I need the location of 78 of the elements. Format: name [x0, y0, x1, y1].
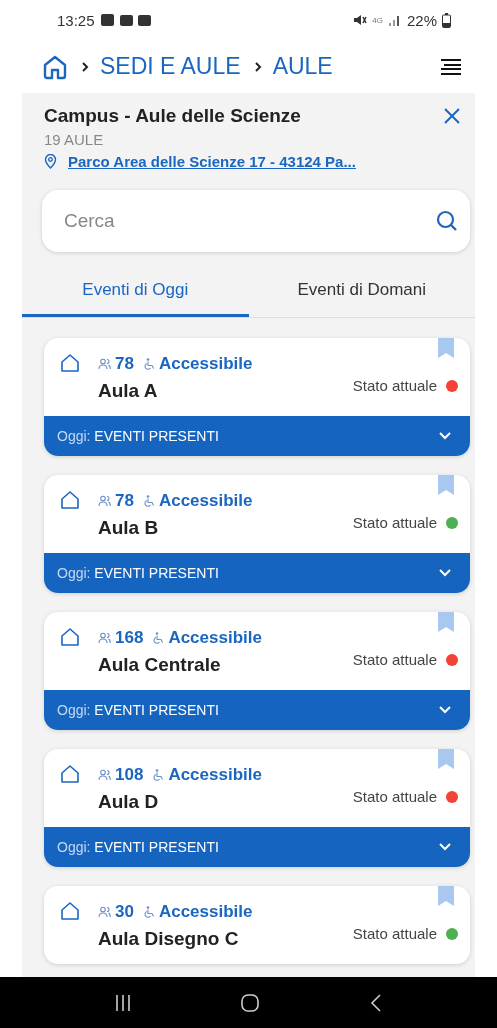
people-icon — [98, 906, 111, 918]
address-link[interactable]: Parco Area delle Scienze 17 - 43124 Pa... — [68, 153, 356, 170]
close-icon[interactable] — [443, 107, 461, 125]
home-button-icon[interactable] — [240, 992, 261, 1013]
events-bar[interactable]: Oggi: EVENTI PRESENTI — [44, 553, 470, 593]
room-name: Aula B — [98, 517, 160, 539]
people-icon — [98, 495, 111, 507]
chevron-down-icon[interactable] — [438, 705, 452, 715]
house-icon — [60, 353, 80, 373]
people-icon — [98, 358, 111, 370]
battery-level: 22% — [406, 11, 437, 29]
wheelchair-icon — [143, 906, 155, 918]
notification-icons — [99, 13, 154, 27]
room-card[interactable]: 30 Accessibile Aula Disegno C Stato attuale — [44, 886, 470, 964]
house-icon — [60, 901, 80, 921]
status-label: Stato attuale — [352, 514, 437, 531]
capacity-value: 168 — [115, 628, 144, 648]
room-card[interactable]: 168 Accessibile Aula Centrale Stato attuale Oggi: EVENTI PRESENTI — [44, 612, 470, 730]
capacity-value: 108 — [115, 765, 144, 785]
room-card[interactable]: 108 Accessibile Aula D Stato attuale Oggi: EVENTI PRESENTI — [44, 749, 470, 867]
room-name: Aula Disegno C — [98, 928, 240, 950]
room-name: Aula D — [98, 791, 160, 813]
wheelchair-icon — [153, 769, 165, 781]
room-count: 19 AULE — [44, 131, 105, 148]
status-label: Stato attuale — [352, 925, 437, 942]
search-icon[interactable] — [436, 210, 458, 232]
chevron-down-icon[interactable] — [438, 431, 452, 441]
status-label: Stato attuale — [352, 651, 437, 668]
chevron-right-icon — [252, 59, 263, 74]
wheelchair-icon — [143, 495, 155, 507]
breadcrumb-link[interactable]: AULE — [272, 53, 333, 80]
battery-icon — [442, 12, 451, 28]
events-summary: Oggi: EVENTI PRESENTI — [57, 428, 219, 444]
people-icon — [98, 769, 111, 781]
network-type: 4G — [372, 15, 383, 25]
location-pin-icon — [44, 154, 57, 169]
chevron-down-icon[interactable] — [438, 842, 452, 852]
status-time: 13:25 — [57, 11, 95, 29]
wheelchair-icon — [143, 358, 155, 370]
wheelchair-icon — [153, 632, 165, 644]
house-icon — [60, 764, 80, 784]
status-label: Stato attuale — [352, 788, 437, 805]
breadcrumb-link[interactable]: SEDI E AULE — [100, 53, 241, 80]
search-bar[interactable]: Cerca — [42, 190, 470, 252]
events-summary: Oggi: EVENTI PRESENTI — [57, 702, 219, 718]
recent-apps-icon[interactable] — [114, 993, 131, 1012]
capacity-value: 30 — [115, 902, 134, 922]
signal-icon — [387, 13, 402, 27]
menu-icon[interactable] — [439, 57, 463, 76]
tab[interactable]: Eventi di Domani — [248, 276, 475, 317]
house-icon — [60, 490, 80, 510]
people-icon — [98, 632, 111, 644]
room-card[interactable]: 78 Accessibile Aula B Stato attuale Oggi: EVENTI PRESENTI — [44, 475, 470, 593]
home-icon[interactable] — [42, 53, 68, 80]
capacity-value: 78 — [115, 491, 134, 511]
campus-title: Campus - Aule delle Scienze — [44, 105, 301, 127]
events-bar[interactable]: Oggi: EVENTI PRESENTI — [44, 690, 470, 730]
house-icon — [60, 627, 80, 647]
mute-icon — [353, 13, 368, 27]
accessibility-label: Accessibile — [168, 628, 262, 648]
events-summary: Oggi: EVENTI PRESENTI — [57, 565, 219, 581]
search-field[interactable]: Cerca — [62, 209, 436, 233]
events-summary: Oggi: EVENTI PRESENTI — [57, 839, 219, 855]
events-bar[interactable]: Oggi: EVENTI PRESENTI — [44, 827, 470, 867]
room-card[interactable]: 78 Accessibile Aula A Stato attuale Oggi: EVENTI PRESENTI — [44, 338, 470, 456]
accessibility-label: Accessibile — [158, 491, 253, 511]
accessibility-label: Accessibile — [158, 354, 253, 374]
chevron-right-icon — [80, 59, 90, 74]
status-label: Stato attuale — [352, 377, 437, 394]
accessibility-label: Accessibile — [158, 902, 253, 922]
back-icon[interactable] — [370, 992, 383, 1013]
room-name: Aula A — [98, 380, 159, 402]
capacity-value: 78 — [115, 354, 134, 374]
accessibility-label: Accessibile — [168, 765, 262, 785]
tab[interactable]: Eventi di Oggi — [22, 276, 249, 317]
room-name: Aula Centrale — [98, 654, 222, 676]
chevron-down-icon[interactable] — [438, 568, 452, 578]
events-bar[interactable]: Oggi: EVENTI PRESENTI — [44, 416, 470, 456]
